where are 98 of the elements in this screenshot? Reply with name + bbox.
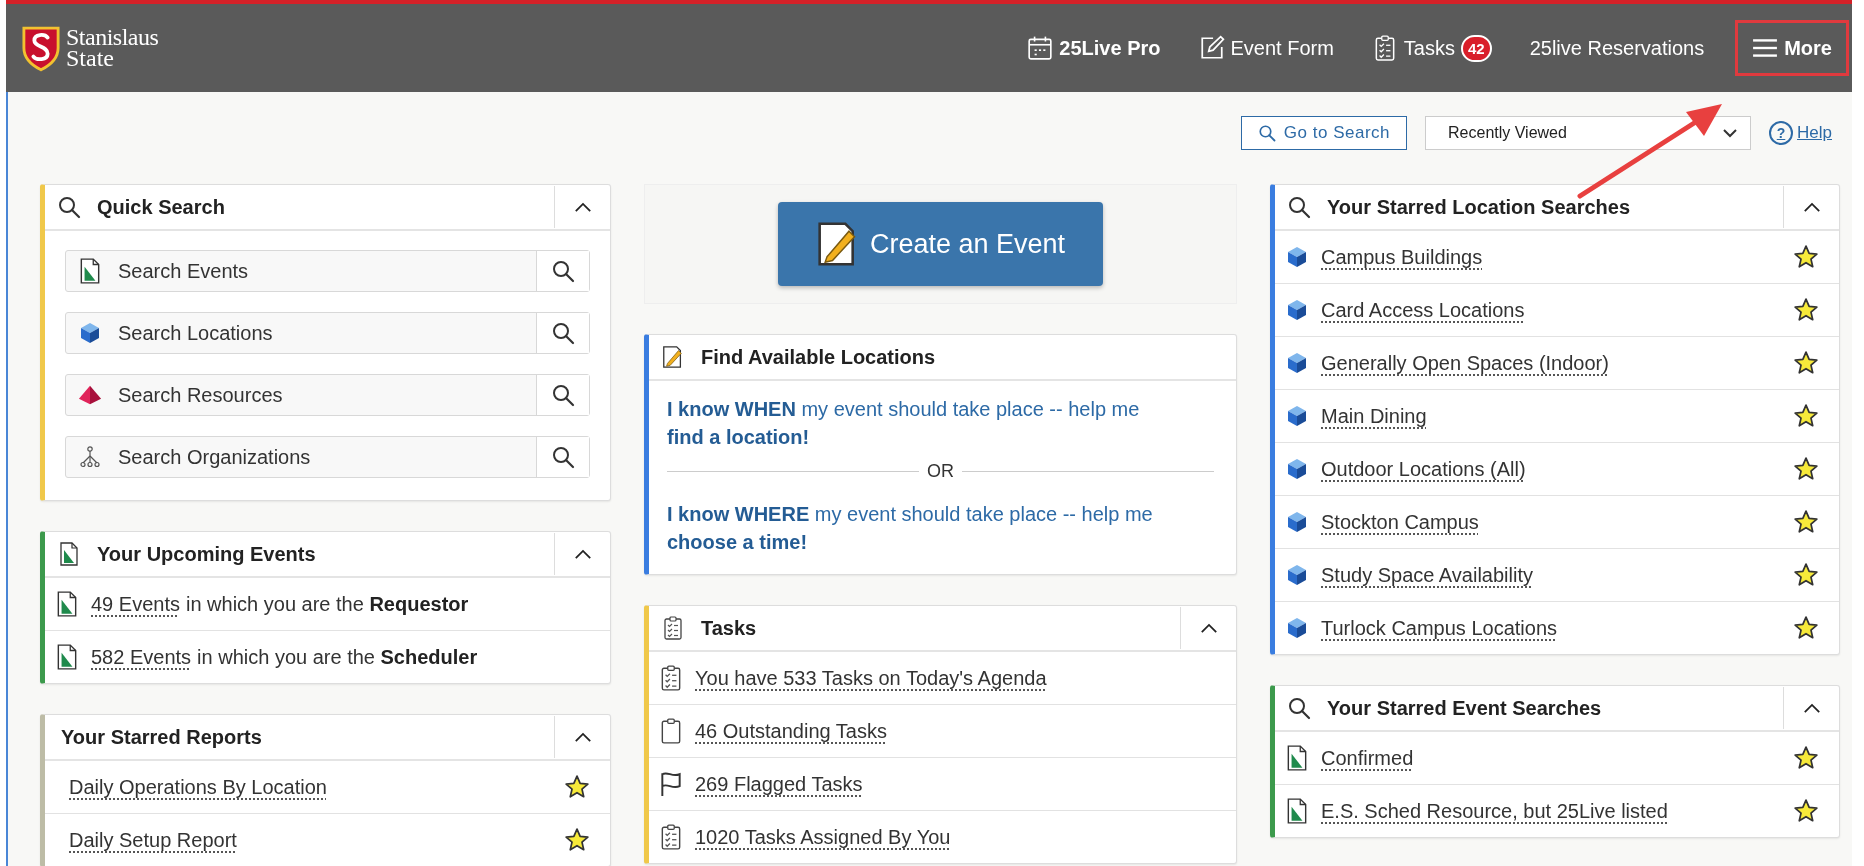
chevron-up-icon [573,731,592,743]
clipboard-checklist-icon [659,665,683,691]
cube-icon [1285,244,1309,270]
star-icon[interactable] [1793,350,1819,376]
star-icon[interactable] [1793,244,1819,270]
list-item-link[interactable]: Daily Setup Report [69,828,237,852]
help-link[interactable]: ? Help [1769,121,1832,145]
star-icon[interactable] [1793,403,1819,429]
list-item-link[interactable]: Card Access Locations [1321,298,1525,322]
panel-title: Find Available Locations [700,345,937,369]
star-icon[interactable] [1793,297,1819,323]
edit-form-icon [1198,35,1225,61]
list-item-link[interactable]: Stockton Campus [1321,510,1479,534]
panel-title: Quick Search [96,195,226,219]
document-icon [1285,798,1309,824]
panel-title: Your Starred Reports [60,725,263,749]
nav-link[interactable]: Event Form [1194,25,1338,71]
search-icon [551,259,575,283]
list-item-link[interactable]: 269 Flagged Tasks [695,772,863,796]
search-icon [1257,124,1276,142]
help-icon: ? [1769,121,1794,145]
panel-title: Your Starred Event Searches [1326,696,1603,720]
document-icon [78,258,102,284]
cube-icon [1285,403,1309,429]
panel-title: Your Starred Location Searches [1326,195,1632,219]
document-icon [55,591,79,617]
list-item-link[interactable]: Generally Open Spaces (Indoor) [1321,351,1609,375]
star-icon[interactable] [564,774,590,800]
caret-icon [1722,128,1739,138]
list-item-link[interactable]: 46 Outstanding Tasks [695,719,887,743]
clipboard-icon [659,718,683,744]
list-item-link[interactable]: E.S. Sched Resource, but 25Live listed [1321,799,1668,823]
search-icon [1287,696,1311,720]
list-item-link[interactable]: Confirmed [1321,746,1414,770]
panel-title: Tasks [700,616,758,640]
clipboard-checklist-icon [659,824,683,850]
cube-icon [1285,615,1309,641]
search-field[interactable]: Search Locations [65,312,590,354]
cube-icon [78,320,102,346]
find-option-link[interactable]: I know WHERE my event should take place -- help me choose a time! [667,500,1167,556]
search-field[interactable]: Search Events [65,250,590,292]
search-icon [551,445,575,469]
list-item-link[interactable]: You have 533 Tasks on Today's Agenda [695,666,1047,690]
search-field[interactable]: Search Resources [65,374,590,416]
cube-icon [1285,562,1309,588]
nav-link[interactable]: Tasks 42 [1367,24,1496,72]
cube-icon [1285,509,1309,535]
find-option-link[interactable]: I know WHEN my event should take place -- help me find a location! [667,395,1167,451]
list-item-link[interactable]: Outdoor Locations (All) [1321,457,1526,481]
count-badge: 42 [1461,34,1492,62]
shield-logo-icon [22,24,60,72]
recently-viewed-dropdown[interactable]: Recently Viewed [1425,116,1752,150]
description-text: in which you are the Requestor [185,592,470,616]
university-name: Stanislaus State [66,27,159,69]
cube-icon [1285,456,1309,482]
search-icon [551,383,575,407]
chevron-up-icon [573,201,592,213]
search-icon [551,321,575,345]
chevron-up-icon [573,548,592,560]
chevron-up-icon [1802,201,1821,213]
panel-title: Your Upcoming Events [96,542,317,566]
go-to-search-button[interactable]: Go to Search [1240,116,1408,150]
list-item-link[interactable]: 1020 Tasks Assigned By You [695,825,951,849]
flag-icon [659,771,683,797]
document-icon [57,542,81,566]
list-item-link[interactable]: Study Space Availability [1321,563,1533,587]
nav-link[interactable]: 25Live Pro [1023,25,1165,71]
cube-icon [1285,297,1309,323]
chevron-up-icon [1199,622,1218,634]
description-text: in which you are the Scheduler [197,645,479,669]
search-icon [1287,195,1311,219]
star-icon[interactable] [1793,456,1819,482]
list-item-link[interactable]: Daily Operations By Location [69,775,327,799]
list-item-link[interactable]: Campus Buildings [1321,245,1483,269]
star-icon[interactable] [1793,509,1819,535]
search-icon [57,195,81,219]
search-field[interactable]: Search Organizations [65,436,590,478]
pencil-document-icon [661,345,685,369]
separator-label: OR [926,461,955,482]
create-event-button[interactable]: Create an Event [778,202,1103,286]
org-chart-icon [78,444,102,470]
chevron-up-icon [1802,702,1821,714]
star-icon[interactable] [1793,798,1819,824]
star-icon[interactable] [564,827,590,853]
star-icon[interactable] [1793,562,1819,588]
clipboard-checklist-icon [661,616,685,640]
list-item-link[interactable]: Main Dining [1321,404,1427,428]
star-icon[interactable] [1793,615,1819,641]
cube-icon [1285,350,1309,376]
document-icon [55,644,79,670]
events-link[interactable]: 582 Events [91,645,192,669]
list-item-link[interactable]: Turlock Campus Locations [1321,616,1558,640]
document-icon [1285,745,1309,771]
calendar-icon [1027,35,1054,61]
events-link[interactable]: 49 Events [91,592,180,616]
star-icon[interactable] [1793,745,1819,771]
more-menu-button[interactable]: More [1738,23,1846,73]
nav-link[interactable]: 25live Reservations [1525,26,1709,70]
